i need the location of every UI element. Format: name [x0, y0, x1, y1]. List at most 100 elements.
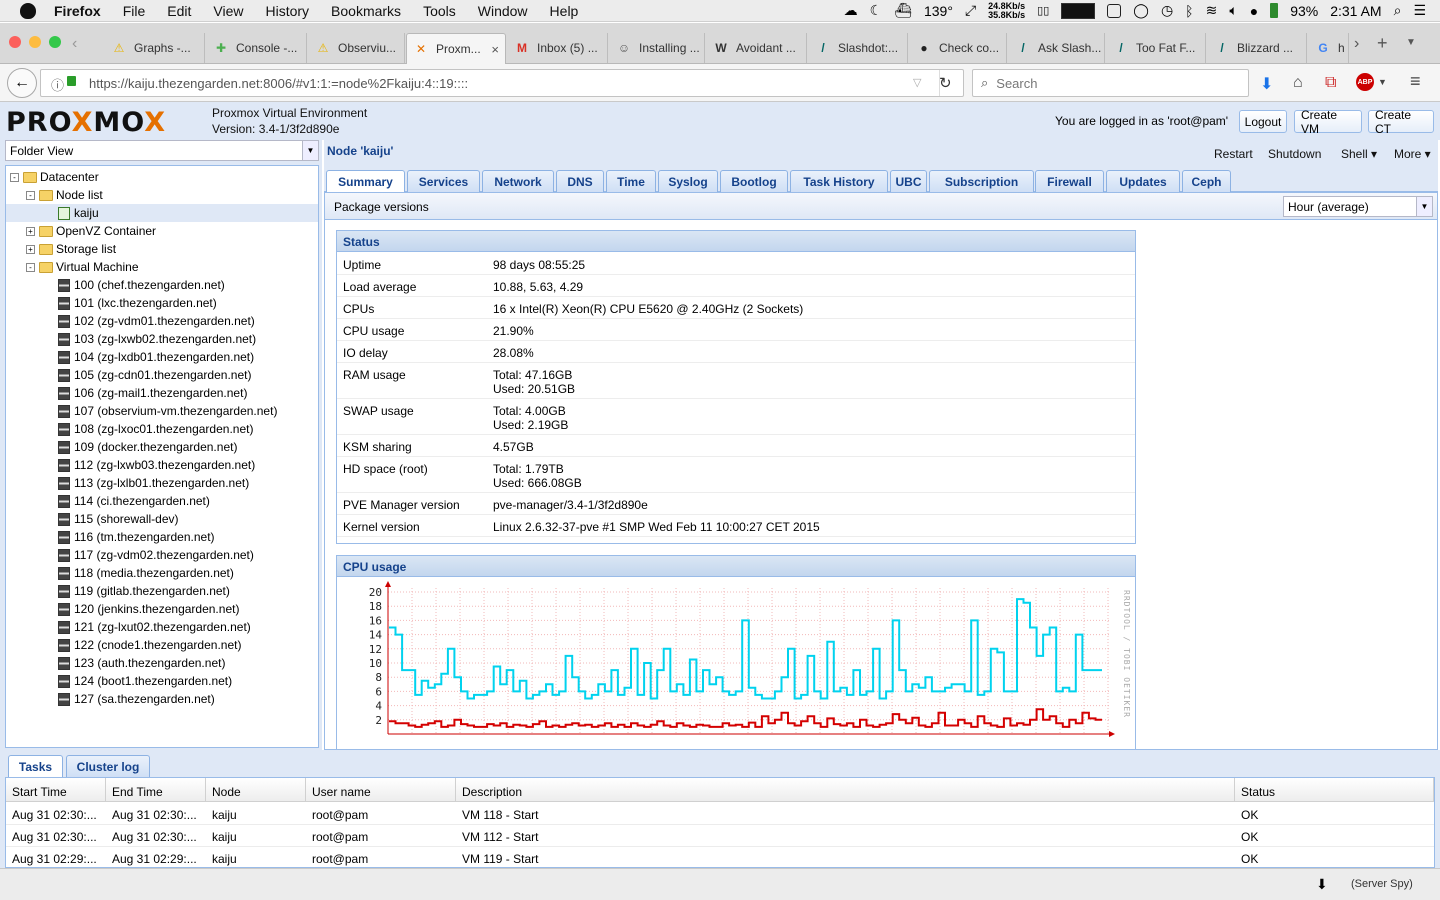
column-header-description[interactable]: Description [456, 778, 1235, 802]
expand-icon[interactable]: + [26, 244, 35, 254]
activity-graph-icon[interactable] [1061, 2, 1096, 19]
tab-tasks[interactable]: Tasks [8, 755, 63, 777]
menu-view[interactable]: View [213, 3, 243, 19]
reload-icon[interactable]: ↻ [939, 74, 952, 92]
tree-item[interactable]: 104 (zg-lxdb01.thezengarden.net) [6, 348, 318, 366]
time-machine-icon[interactable]: ◷ [1161, 2, 1173, 19]
chat-icon[interactable]: ◯ [1133, 2, 1149, 19]
close-tab-icon[interactable]: × [491, 42, 499, 57]
shutdown-button[interactable]: Shutdown [1268, 147, 1321, 161]
expand-icon[interactable]: + [26, 226, 35, 236]
browser-tab[interactable]: / Ask Slash... [1009, 33, 1105, 63]
tree-item[interactable]: + OpenVZ Container [6, 222, 318, 240]
menu-window[interactable]: Window [478, 3, 528, 19]
tree-item[interactable]: 102 (zg-vdm01.thezengarden.net) [6, 312, 318, 330]
bluetooth-icon[interactable]: ᛒ [1185, 3, 1193, 19]
browser-tab[interactable]: M Inbox (5) ... [508, 33, 608, 63]
create-ct-button[interactable]: Create CT [1368, 108, 1434, 136]
column-header-start-time[interactable]: Start Time [6, 778, 106, 802]
apple-menu-icon[interactable] [20, 2, 36, 19]
tree-item[interactable]: + Storage list [6, 240, 318, 258]
tree-item[interactable]: 114 (ci.thezengarden.net) [6, 492, 318, 510]
airplay-icon[interactable] [1107, 3, 1122, 18]
shell-button[interactable]: Shell ▾ [1341, 147, 1377, 161]
spotlight-icon[interactable]: ⌕ [1394, 2, 1402, 19]
docker-icon[interactable]: ⛴ [894, 2, 912, 19]
browser-tab[interactable]: Gh [1309, 33, 1349, 63]
tree-item[interactable]: 122 (cnode1.thezengarden.net) [6, 636, 318, 654]
collapse-icon[interactable]: - [26, 190, 35, 200]
tab-dns[interactable]: DNS [556, 170, 604, 192]
tree-item[interactable]: - Node list [6, 186, 318, 204]
tree-item[interactable]: 109 (docker.thezengarden.net) [6, 438, 318, 456]
column-header-node[interactable]: Node [206, 778, 306, 802]
wifi-icon[interactable]: ≋ [1206, 2, 1218, 19]
adblock-plus-icon[interactable]: ABP [1356, 73, 1374, 91]
more-button[interactable]: More ▾ [1394, 147, 1431, 161]
tree-item[interactable]: - Virtual Machine [6, 258, 318, 276]
tree-item[interactable]: 116 (tm.thezengarden.net) [6, 528, 318, 546]
browser-tab[interactable]: ✚ Console -... [207, 33, 307, 63]
column-header-status[interactable]: Status [1235, 778, 1434, 802]
tabs-scroll-right-icon[interactable]: › [1354, 35, 1359, 53]
expand-icon[interactable]: ⤢ [965, 2, 976, 19]
tree-item[interactable]: 118 (media.thezengarden.net) [6, 564, 318, 582]
collapse-icon[interactable]: - [10, 172, 19, 182]
downloads-icon[interactable]: ⬇ [1260, 74, 1273, 94]
cloud-icon[interactable]: ☁ [844, 2, 858, 19]
browser-tab[interactable]: ⚠ Graphs -... [105, 33, 205, 63]
create-vm-button[interactable]: Create VM [1294, 108, 1362, 136]
tab-cluster-log[interactable]: Cluster log [66, 755, 150, 777]
back-button[interactable]: ← [7, 68, 37, 98]
column-header-end-time[interactable]: End Time [106, 778, 206, 802]
tree-item[interactable]: 115 (shorewall-dev) [6, 510, 318, 528]
tabs-scroll-left-icon[interactable]: ‹ [72, 35, 77, 53]
tree-item[interactable]: 100 (chef.thezengarden.net) [6, 276, 318, 294]
tree-item[interactable]: kaiju [6, 204, 318, 222]
menu-edit[interactable]: Edit [167, 3, 191, 19]
volume-icon[interactable]: 🔈︎ [1229, 2, 1237, 19]
window-minimize-icon[interactable] [29, 36, 41, 48]
tab-summary[interactable]: Summary [326, 170, 405, 192]
adblock-dropdown-icon[interactable]: ▼ [1378, 77, 1387, 87]
url-text[interactable]: https://kaiju.thezengarden.net:8006/#v1:… [89, 76, 468, 91]
temperature-readout[interactable]: 139° [924, 3, 953, 19]
tab-ceph[interactable]: Ceph [1182, 170, 1231, 192]
tree-item[interactable]: 123 (auth.thezengarden.net) [6, 654, 318, 672]
user-icon[interactable]: ● [1250, 3, 1258, 19]
tree-item[interactable]: 124 (boot1.thezengarden.net) [6, 672, 318, 690]
info-icon[interactable]: ⓘ [51, 75, 64, 94]
tab-updates[interactable]: Updates [1106, 170, 1180, 192]
tree-item[interactable]: 105 (zg-cdn01.thezengarden.net) [6, 366, 318, 384]
menu-bookmarks[interactable]: Bookmarks [331, 3, 401, 19]
tab-ubc[interactable]: UBC [890, 170, 927, 192]
tree-item[interactable]: 127 (sa.thezengarden.net) [6, 690, 318, 708]
tree-item[interactable]: 121 (zg-lxut02.thezengarden.net) [6, 618, 318, 636]
tree-item[interactable]: 112 (zg-lxwb03.thezengarden.net) [6, 456, 318, 474]
moon-icon[interactable]: ☾ [870, 2, 883, 19]
tab-subscription[interactable]: Subscription [929, 170, 1034, 192]
tab-list-dropdown-icon[interactable]: ▼ [1406, 37, 1416, 48]
menu-tools[interactable]: Tools [423, 3, 456, 19]
chevron-down-icon[interactable]: ▼ [302, 141, 318, 160]
tab-bootlog[interactable]: Bootlog [720, 170, 788, 192]
search-input[interactable]: ⌕ Search [972, 69, 1249, 97]
menu-file[interactable]: File [123, 3, 146, 19]
tab-task-history[interactable]: Task History [790, 170, 888, 192]
tree-item[interactable]: 120 (jenkins.thezengarden.net) [6, 600, 318, 618]
network-speed[interactable]: 24.8Kb/s 35.8Kb/s [988, 1, 1025, 20]
menu-app-name[interactable]: Firefox [54, 3, 101, 19]
browser-tab[interactable]: / Too Fat F... [1107, 33, 1206, 63]
browser-tab[interactable]: ⚠ Observiu... [309, 33, 405, 63]
browser-tab[interactable]: ☺ Installing ... [610, 33, 705, 63]
table-row[interactable]: Aug 31 02:30:... Aug 31 02:30:... kaiju roo… [6, 825, 1434, 847]
table-row[interactable]: Aug 31 02:30:... Aug 31 02:30:... kaiju roo… [6, 803, 1434, 825]
tree-item[interactable]: 108 (zg-lxoc01.thezengarden.net) [6, 420, 318, 438]
home-icon[interactable]: ⌂ [1293, 74, 1303, 92]
url-bar[interactable]: ⓘ https://kaiju.thezengarden.net:8006/#v… [40, 69, 964, 97]
browser-tab[interactable]: / Slashdot:... [809, 33, 908, 63]
view-selector[interactable]: Folder View ▼ [5, 140, 319, 161]
browser-tab[interactable]: ● Check co... [910, 33, 1007, 63]
tab-network[interactable]: Network [482, 170, 554, 192]
chevron-down-icon[interactable]: ▼ [1416, 197, 1432, 216]
